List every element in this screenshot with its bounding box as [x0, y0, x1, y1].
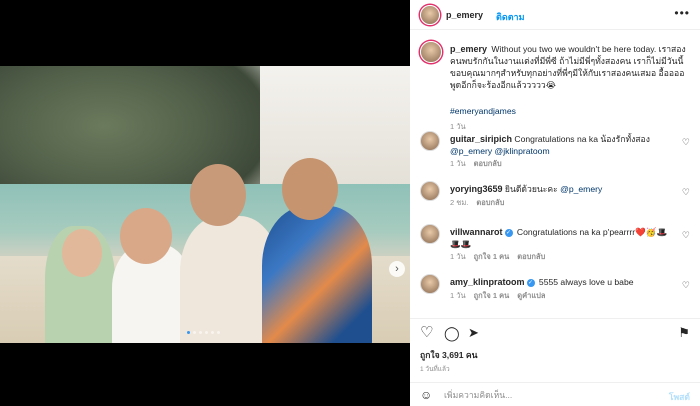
post-photo[interactable]: ›: [0, 66, 410, 343]
caption-text-block: p_emery Without you two we wouldn't be h…: [450, 43, 688, 91]
comment-like-icon[interactable]: ♡: [682, 137, 690, 148]
media-viewer: ›: [0, 0, 410, 406]
comment-username[interactable]: guitar_siripich: [450, 134, 512, 144]
post-comment-button[interactable]: โพสต์: [669, 390, 690, 404]
carousel-dot: [205, 331, 208, 334]
comment-reply-button[interactable]: ดูคำแปล: [517, 291, 545, 300]
verified-badge-icon: ✓: [504, 228, 513, 237]
carousel-dot: [217, 331, 220, 334]
author-avatar[interactable]: [420, 5, 440, 25]
comment-reply-button[interactable]: ตอบกลับ: [474, 159, 502, 168]
photo-person-4: [262, 206, 372, 343]
verified-badge-icon: ✓: [526, 278, 535, 287]
save-icon[interactable]: ⚑: [678, 325, 690, 341]
instagram-post-modal: › p_emery ติดตาม ••• p_emery Without you…: [0, 0, 700, 406]
photo-person-4-head: [282, 158, 338, 220]
comment-avatar[interactable]: [420, 131, 440, 151]
caption-hashtag[interactable]: #emeryandjames: [450, 106, 516, 116]
add-comment-bar: ☺ โพสต์: [410, 382, 700, 406]
caption-username[interactable]: p_emery: [450, 44, 487, 54]
comment-likes[interactable]: ถูกใจ 1 คน: [474, 291, 510, 300]
carousel-dot: [199, 331, 202, 334]
comment-text-block: yorying3659 ยินดีด้วยนะคะ @p_emery: [450, 183, 676, 195]
comment-text: Congratulations na ka น้องรักทั้งสอง: [514, 134, 650, 144]
photo-person-2-head: [120, 208, 172, 264]
comment-like-icon[interactable]: ♡: [682, 230, 690, 241]
comment-avatar[interactable]: [420, 181, 440, 201]
more-options-icon[interactable]: •••: [674, 6, 690, 20]
comment-time: 1 วัน: [450, 252, 466, 261]
comment-mention[interactable]: @p_emery @jklinpratoom: [450, 146, 550, 156]
comment-username[interactable]: yorying3659: [450, 184, 503, 194]
comment-meta: 1 วัน ตอบกลับ: [450, 158, 510, 170]
comment-text: ยินดีด้วยนะคะ: [504, 184, 558, 194]
comment-like-icon[interactable]: ♡: [682, 280, 690, 291]
comment-meta: 2 ชม. ตอบกลับ: [450, 197, 512, 209]
action-bar: ♡ ◯ ➤ ⚑: [410, 318, 700, 344]
carousel-dot: [211, 331, 214, 334]
comment-likes[interactable]: ถูกใจ 1 คน: [474, 252, 510, 261]
comment-like-icon[interactable]: ♡: [682, 187, 690, 198]
comment-text: 5555 always love u babe: [538, 277, 634, 287]
like-icon[interactable]: ♡: [420, 325, 433, 341]
comment-avatar[interactable]: [420, 224, 440, 244]
photo-person-1-head: [62, 229, 102, 277]
comment-time: 2 ชม.: [450, 198, 469, 207]
comment-time: 1 วัน: [450, 159, 466, 168]
comment-text-block: guitar_siripich Congratulations na ka น้…: [450, 133, 676, 157]
comment-avatar[interactable]: [420, 274, 440, 294]
comment-reply-button[interactable]: ตอบกลับ: [517, 252, 545, 261]
comment-text-block: villwannarot ✓ Congratulations na ka p'pe…: [450, 226, 676, 250]
likes-count[interactable]: ถูกใจ 3,691 คน: [420, 348, 478, 362]
post-date: 1 วันที่แล้ว: [420, 366, 450, 373]
comment-icon[interactable]: ◯: [444, 325, 460, 341]
photo-person-3-head: [190, 164, 246, 226]
comment-item: guitar_siripich Congratulations na ka น้…: [410, 131, 700, 170]
comment-mention[interactable]: @p_emery: [560, 184, 602, 194]
carousel-dots: [187, 331, 220, 334]
comment-item: yorying3659 ยินดีด้วยนะคะ @p_emery 2 ชม. ต…: [410, 181, 700, 217]
comment-username[interactable]: amy_klinpratoom: [450, 277, 525, 287]
caption-avatar[interactable]: [420, 41, 442, 63]
follow-button[interactable]: ติดตาม: [496, 10, 525, 24]
carousel-dot: [187, 331, 190, 334]
carousel-dot: [193, 331, 196, 334]
carousel-next-button[interactable]: ›: [389, 261, 405, 277]
comment-item: villwannarot ✓ Congratulations na ka p'pe…: [410, 224, 700, 263]
emoji-icon[interactable]: ☺: [420, 388, 432, 402]
comment-meta: 1 วัน ถูกใจ 1 คน ดูคำแปล: [450, 290, 554, 302]
share-icon[interactable]: ➤: [468, 325, 479, 341]
post-header: p_emery ติดตาม •••: [410, 0, 700, 30]
author-username[interactable]: p_emery: [446, 10, 483, 20]
comment-meta: 1 วัน ถูกใจ 1 คน ตอบกลับ: [450, 251, 553, 263]
comment-username[interactable]: villwannarot: [450, 227, 503, 237]
comment-input[interactable]: [444, 388, 644, 402]
comment-time: 1 วัน: [450, 291, 466, 300]
comment-text-block: amy_klinpratoom ✓ 5555 always love u babe: [450, 276, 676, 288]
post-side-panel: p_emery ติดตาม ••• p_emery Without you t…: [410, 0, 700, 406]
comment-reply-button[interactable]: ตอบกลับ: [476, 198, 504, 207]
comment-item: amy_klinpratoom ✓ 5555 always love u babe…: [410, 274, 700, 310]
comments-scroll-area[interactable]: p_emery Without you two we wouldn't be h…: [410, 31, 700, 311]
